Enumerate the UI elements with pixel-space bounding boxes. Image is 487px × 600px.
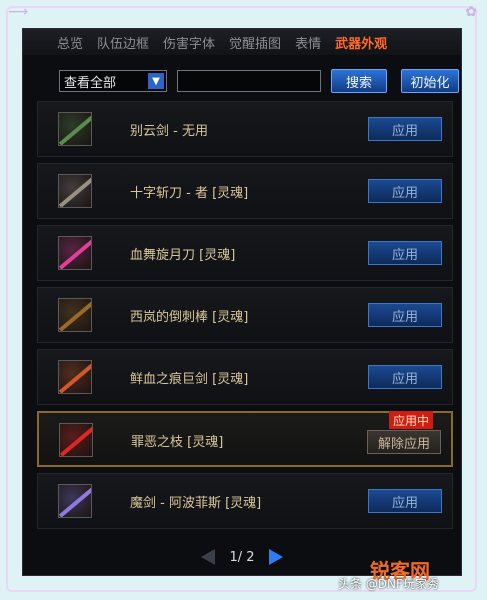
weapon-thumbnail-icon bbox=[58, 360, 92, 394]
watermark-text: 头条 @DNF玩家秀 bbox=[338, 577, 439, 591]
tab-bar: 总览 队伍边框 伤害字体 觉醒插图 表情 武器外观 bbox=[23, 29, 461, 55]
weapon-appearance-window: 总览 队伍边框 伤害字体 觉醒插图 表情 武器外观 查看全部 ▼ 搜索 初始化 … bbox=[22, 28, 462, 576]
apply-button[interactable]: 应用 bbox=[368, 241, 442, 265]
weapon-thumbnail-icon bbox=[58, 484, 92, 518]
weapon-row[interactable]: 血舞旋月刀 [灵魂] 应用 bbox=[37, 225, 453, 281]
weapon-name: 别云剑 - 无用 bbox=[130, 124, 208, 139]
weapon-name: 十字斩刀 - 者 [灵魂] bbox=[130, 186, 249, 201]
weapon-name: 血舞旋月刀 [灵魂] bbox=[130, 248, 236, 263]
applied-badge: 应用中 bbox=[388, 411, 433, 429]
search-input[interactable] bbox=[177, 70, 321, 92]
weapon-name: 鲜血之痕巨剑 [灵魂] bbox=[130, 372, 249, 387]
apply-button[interactable]: 应用 bbox=[368, 303, 442, 327]
apply-button[interactable]: 应用 bbox=[368, 489, 442, 513]
weapon-row[interactable]: 鲜血之痕巨剑 [灵魂] 应用 bbox=[37, 349, 453, 405]
tab-overview[interactable]: 总览 bbox=[57, 33, 83, 52]
weapon-name: 西岚的倒刺棒 [灵魂] bbox=[130, 310, 249, 325]
weapon-thumbnail-icon bbox=[58, 298, 92, 332]
apply-button[interactable]: 应用 bbox=[368, 365, 442, 389]
weapon-name: 罪恶之枝 [灵魂] bbox=[131, 435, 224, 450]
weapon-row[interactable]: 魔剑 - 阿波菲斯 [灵魂] 应用 bbox=[37, 473, 453, 529]
previous-page-icon[interactable] bbox=[201, 549, 216, 565]
weapon-thumbnail-icon bbox=[58, 236, 92, 270]
page-indicator: 1/ 2 bbox=[229, 549, 255, 565]
tab-team-border[interactable]: 队伍边框 bbox=[97, 33, 149, 52]
tab-damage-font[interactable]: 伤害字体 bbox=[163, 33, 215, 52]
weapon-row[interactable]: 西岚的倒刺棒 [灵魂] 应用 bbox=[37, 287, 453, 343]
weapon-name: 魔剑 - 阿波菲斯 [灵魂] bbox=[130, 496, 262, 511]
toolbar: 查看全部 ▼ 搜索 初始化 bbox=[59, 69, 459, 93]
weapon-row[interactable]: 十字斩刀 - 者 [灵魂] 应用 bbox=[37, 163, 453, 219]
tab-awakening-art[interactable]: 觉醒插图 bbox=[229, 33, 281, 52]
tab-emote[interactable]: 表情 bbox=[295, 33, 321, 52]
weapon-thumbnail-icon bbox=[59, 423, 93, 457]
flower-decoration-icon: ✿ bbox=[465, 4, 477, 20]
chevron-down-icon[interactable]: ▼ bbox=[148, 73, 164, 89]
weapon-list: 别云剑 - 无用 应用 十字斩刀 - 者 [灵魂] 应用 血舞旋月刀 [灵魂] 应用 西岚的… bbox=[37, 101, 453, 535]
apply-button[interactable]: 应用 bbox=[368, 179, 442, 203]
search-button[interactable]: 搜索 bbox=[331, 69, 387, 93]
filter-dropdown[interactable]: 查看全部 ▼ bbox=[59, 70, 167, 92]
weapon-row[interactable]: 别云剑 - 无用 应用 bbox=[37, 101, 453, 157]
filter-value: 查看全部 bbox=[64, 75, 117, 91]
reset-button[interactable]: 初始化 bbox=[401, 69, 459, 93]
weapon-thumbnail-icon bbox=[58, 174, 92, 208]
next-page-icon[interactable] bbox=[268, 549, 283, 565]
arrow-decoration-icon: ⟶ bbox=[8, 4, 29, 20]
apply-button[interactable]: 应用 bbox=[368, 117, 442, 141]
weapon-row[interactable]: 罪恶之枝 [灵魂] 应用中 解除应用 bbox=[37, 411, 453, 467]
tab-weapon-appearance[interactable]: 武器外观 bbox=[335, 33, 387, 52]
unapply-button[interactable]: 解除应用 bbox=[367, 430, 441, 454]
weapon-thumbnail-icon bbox=[58, 112, 92, 146]
